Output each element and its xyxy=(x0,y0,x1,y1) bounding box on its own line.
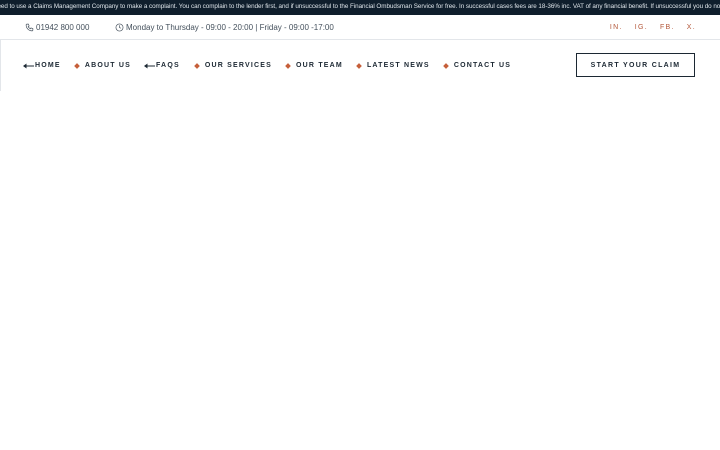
social-link-x[interactable]: X. xyxy=(687,24,696,31)
arrow-left-icon xyxy=(143,63,155,68)
nav-label-latest-news: LATEST NEWS xyxy=(366,62,430,69)
diamond-bullet-icon xyxy=(193,62,200,69)
social-link-linkedin[interactable]: IN. xyxy=(610,24,623,31)
phone-number: 01942 800 000 xyxy=(36,23,90,32)
diamond-bullet-icon xyxy=(356,62,362,69)
nav-item-our-services[interactable]: OUR SERVICES xyxy=(193,62,273,69)
nav-item-contact-us[interactable]: CONTACT US xyxy=(442,62,512,69)
diamond-bullet-icon xyxy=(73,62,80,69)
social-link-instagram[interactable]: IG. xyxy=(635,24,648,31)
phone-icon xyxy=(25,23,34,32)
nav-item-home[interactable]: HOME xyxy=(23,62,61,69)
nav-item-faqs[interactable]: FAQS xyxy=(143,62,180,69)
opening-hours: Monday to Thursday - 09:00 - 20:00 | Fri… xyxy=(115,15,334,40)
social-link-facebook[interactable]: FB. xyxy=(660,24,675,31)
opening-hours-text: Monday to Thursday - 09:00 - 20:00 | Fri… xyxy=(126,23,334,32)
nav-label-our-team: OUR TEAM xyxy=(296,62,343,69)
start-claim-button[interactable]: START YOUR CLAIM xyxy=(576,53,695,77)
disclaimer-text: need to use a Claims Management Company … xyxy=(0,3,720,10)
top-contact-bar: 01942 800 000 Monday to Thursday - 09:00… xyxy=(0,15,720,40)
nav-menu: HOME ABOUT US FAQS OUR SERVICES OUR TEAM… xyxy=(23,40,511,91)
disclaimer-ticker: need to use a Claims Management Company … xyxy=(0,0,720,15)
diamond-bullet-icon xyxy=(442,62,449,69)
nav-label-faqs: FAQS xyxy=(155,62,180,69)
nav-label-about-us: ABOUT US xyxy=(84,62,131,69)
social-links: IN. IG. FB. X. xyxy=(598,15,696,40)
arrow-left-icon xyxy=(23,63,34,68)
diamond-bullet-icon xyxy=(285,62,291,69)
nav-item-our-team[interactable]: OUR TEAM xyxy=(285,62,343,69)
nav-item-latest-news[interactable]: LATEST NEWS xyxy=(356,62,430,69)
phone-contact[interactable]: 01942 800 000 xyxy=(25,15,89,40)
nav-label-contact-us: CONTACT US xyxy=(453,62,512,69)
nav-label-home: HOME xyxy=(35,62,61,69)
nav-label-our-services: OUR SERVICES xyxy=(204,62,273,69)
clock-icon xyxy=(115,23,124,32)
nav-item-about-us[interactable]: ABOUT US xyxy=(73,62,131,69)
